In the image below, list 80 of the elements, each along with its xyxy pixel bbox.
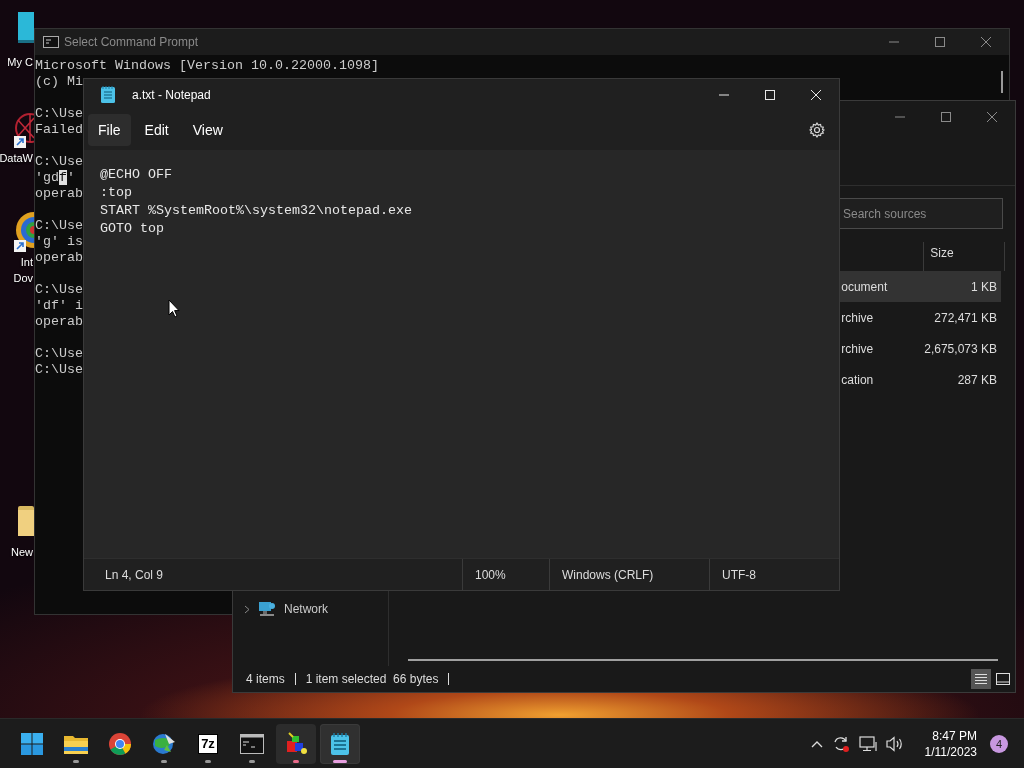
- menu-item[interactable]: View: [182, 114, 233, 146]
- console-line: C:\Use: [35, 218, 83, 234]
- settings-icon: [809, 122, 825, 138]
- console-line: operab: [35, 186, 83, 202]
- icon-label: My C: [7, 55, 33, 70]
- window-title: a.txt - Notepad: [132, 87, 211, 102]
- minimize-icon: [719, 93, 729, 96]
- console-line: operab: [35, 314, 83, 330]
- windows-logo: [21, 732, 43, 755]
- text-line: @ECHO OFF: [100, 166, 172, 184]
- terminal-icon: [43, 36, 59, 48]
- menu-item[interactable]: File: [88, 114, 131, 146]
- maximize-icon: [941, 112, 951, 122]
- text-line: START %SystemRoot%\system32\notepad.exe: [100, 202, 412, 220]
- globe-icon: [151, 731, 177, 756]
- console-line: (c) Mi: [35, 74, 83, 90]
- taskbar-app-button[interactable]: 7z: [188, 723, 228, 764]
- blocks-icon: [284, 731, 308, 756]
- text-line: GOTO top: [100, 220, 164, 238]
- minimize-icon: [889, 41, 899, 43]
- window-title: Select Command Prompt: [64, 35, 199, 49]
- taskbar-app-button[interactable]: [276, 723, 316, 764]
- console-line: C:\Use: [35, 362, 83, 378]
- running-indicator: [333, 759, 347, 763]
- nav-item[interactable]: Network: [233, 598, 389, 620]
- status-text: UTF-8: [722, 567, 756, 582]
- menu-item[interactable]: Edit: [134, 114, 179, 146]
- console-line: operab: [35, 250, 83, 266]
- panel-icon: [996, 673, 1010, 685]
- clock[interactable]: 8:47 PM 1/11/2023: [924, 727, 977, 760]
- icon-label: DataW: [0, 151, 33, 166]
- text-line: :top: [100, 184, 132, 202]
- file-row[interactable]: rchive 2,675,073 KB: [838, 333, 1001, 364]
- maximize-icon: [765, 89, 775, 100]
- browser-icon: [108, 731, 132, 756]
- console-line: C:\Use: [35, 154, 83, 170]
- terminal-icon: [240, 733, 264, 754]
- maximize-icon: [935, 37, 945, 47]
- network-icon: [258, 601, 276, 617]
- status-text: 100%: [475, 567, 506, 582]
- chevron-up-icon[interactable]: [810, 739, 823, 748]
- console-line: 'df' i: [35, 298, 83, 314]
- console-line: Microsoft Windows [Version 10.0.22000.1098]: [35, 58, 379, 74]
- status-text: 1 item selected 66 bytes: [294, 673, 449, 685]
- file-row[interactable]: cation 287 KB: [838, 364, 1001, 395]
- console-line: C:\Use: [35, 106, 83, 122]
- running-indicator: [249, 759, 255, 763]
- file-row[interactable]: rchive 272,471 KB: [838, 302, 1001, 333]
- console-line: C:\Use: [35, 282, 83, 298]
- notepad-icon: [331, 732, 349, 755]
- list-icon: [974, 673, 988, 685]
- running-indicator: [205, 759, 211, 763]
- icon-label: New: [11, 545, 33, 560]
- taskbar-app-button[interactable]: [320, 723, 360, 764]
- scrollbar-thumb[interactable]: [1001, 71, 1003, 93]
- running-indicator: [161, 759, 167, 763]
- text-editor[interactable]: @ECHO OFF :top START %SystemRoot%\system32\notepad.exe GOTO top: [84, 150, 839, 558]
- mouse-pointer-icon: [168, 299, 180, 318]
- status-text: 4 items: [246, 672, 286, 686]
- file-row[interactable]: ocument 1 KB: [838, 271, 1001, 302]
- notepad-icon: [101, 86, 115, 103]
- console-line: C:\Use: [35, 346, 83, 362]
- icon-label: Int: [20, 255, 33, 270]
- network-icon[interactable]: [858, 735, 877, 752]
- volume-icon[interactable]: [885, 735, 904, 752]
- close-icon: [981, 37, 991, 47]
- scrollbar[interactable]: [408, 659, 998, 661]
- details-view-button[interactable]: [971, 669, 991, 689]
- minimize-icon: [895, 116, 905, 118]
- console-line: 'g' is: [35, 234, 83, 250]
- notification-badge[interactable]: 4: [990, 734, 1008, 753]
- console-line: 'gdf': [35, 170, 75, 186]
- close-icon: [811, 89, 821, 100]
- status-text: Windows (CRLF): [562, 567, 654, 582]
- icon-label: Dov: [13, 271, 33, 286]
- close-icon: [987, 112, 997, 122]
- status-text: Ln 4, Col 9: [104, 567, 164, 582]
- running-indicator: [293, 759, 299, 763]
- console-line: Failed: [35, 122, 83, 138]
- running-indicator: [73, 759, 79, 763]
